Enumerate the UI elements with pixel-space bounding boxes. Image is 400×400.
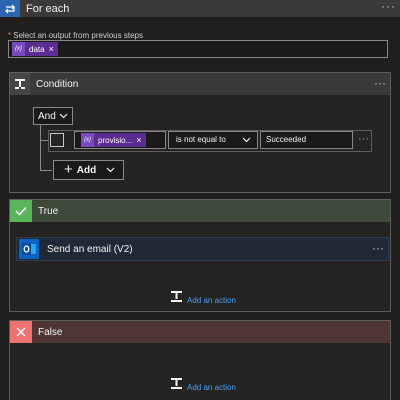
token-label: data (29, 44, 45, 54)
true-branch-header[interactable]: True (10, 200, 390, 222)
output-label-text: Select an output from previous steps (13, 31, 143, 40)
operator-value: is not equal to (176, 135, 226, 144)
token-remove-button[interactable]: × (136, 135, 145, 145)
action-title: Send an email (V2) (47, 243, 133, 255)
send-email-action[interactable]: Send an email (V2) ··· (16, 237, 389, 261)
add-label: Add (76, 164, 97, 176)
outlook-icon (19, 239, 39, 259)
provisioning-token[interactable]: {x} provisio... × (81, 133, 146, 147)
condition-header[interactable]: Condition ··· (10, 73, 390, 95)
add-action-icon (170, 290, 183, 306)
chevron-down-icon (59, 113, 68, 119)
false-add-action-button[interactable]: Add an action (170, 377, 236, 393)
add-action-label: Add an action (187, 383, 236, 392)
add-action-icon (170, 377, 183, 393)
operator-select[interactable]: is not equal to (168, 131, 258, 149)
group-operator-select[interactable]: And (33, 107, 73, 125)
loop-icon (0, 0, 20, 17)
token-remove-button[interactable]: × (49, 44, 58, 54)
close-icon (10, 321, 32, 343)
condition-more-button[interactable]: ··· (374, 76, 386, 90)
token-label: provisio... (98, 135, 133, 145)
output-select-field[interactable]: {x} data × (8, 40, 388, 58)
tree-connector (40, 170, 52, 171)
true-add-action-button[interactable]: Add an action (170, 290, 236, 306)
right-operand-field[interactable]: Succeeded (260, 131, 353, 149)
false-branch-header[interactable]: False (10, 321, 390, 343)
chevron-down-icon (242, 137, 251, 143)
add-condition-button[interactable]: + Add (53, 160, 124, 180)
foreach-header[interactable]: For each ··· (0, 0, 400, 17)
data-token[interactable]: {x} data × (12, 42, 58, 56)
expression-icon: {x} (81, 133, 94, 147)
false-branch-title: False (38, 326, 63, 338)
left-operand-field[interactable]: {x} provisio... × (74, 131, 166, 149)
tree-connector (40, 140, 48, 141)
true-branch-title: True (38, 205, 59, 217)
group-operator-value: And (38, 110, 56, 122)
plus-icon: + (64, 161, 73, 178)
condition-title: Condition (36, 78, 79, 90)
required-marker: * (8, 31, 12, 40)
action-more-button[interactable]: ··· (372, 241, 384, 255)
chevron-down-icon (106, 167, 115, 173)
row-checkbox[interactable] (50, 133, 64, 147)
condition-icon (10, 73, 30, 95)
add-action-label: Add an action (187, 296, 236, 305)
foreach-title: For each (26, 2, 70, 15)
expression-icon: {x} (12, 42, 25, 56)
row-more-button[interactable]: ··· (358, 133, 369, 145)
checkmark-icon (10, 200, 32, 222)
output-field-label: * Select an output from previous steps (8, 31, 143, 40)
foreach-more-button[interactable]: ··· (381, 0, 396, 17)
tree-connector (40, 125, 41, 171)
